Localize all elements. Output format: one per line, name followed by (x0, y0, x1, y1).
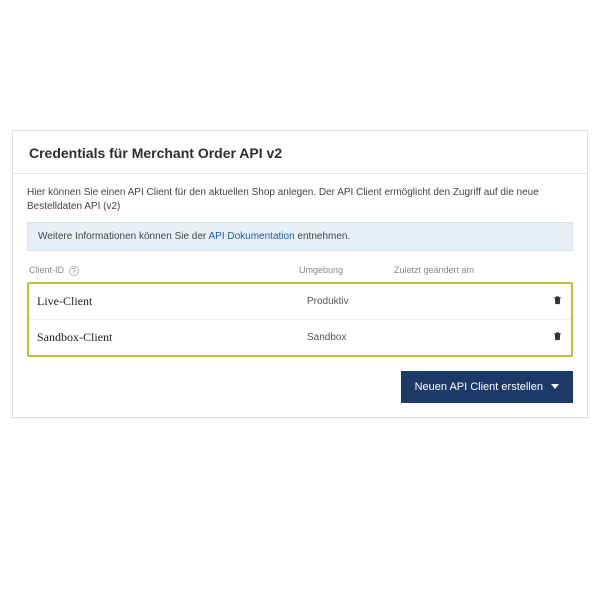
page-title: Credentials für Merchant Order API v2 (29, 145, 571, 161)
cell-client-id: Sandbox-Client (37, 330, 307, 345)
description-text: Hier können Sie einen API Client für den… (27, 186, 573, 214)
card-body: Hier können Sie einen API Client für den… (13, 174, 587, 417)
trash-icon[interactable] (552, 333, 563, 345)
cell-environment: Produktiv (307, 296, 402, 307)
col-modified: Zuletzt geändert am (394, 265, 514, 276)
col-client-id-label: Client-ID (29, 265, 64, 275)
col-actions (514, 265, 571, 276)
api-doc-link[interactable]: API Dokumentation (208, 231, 294, 242)
table-row[interactable]: Sandbox-Client Sandbox (29, 319, 571, 355)
col-environment: Umgebung (299, 265, 394, 276)
info-prefix: Weitere Informationen können Sie der (38, 231, 208, 242)
trash-icon[interactable] (552, 297, 563, 309)
info-alert: Weitere Informationen können Sie der API… (27, 222, 573, 251)
cell-environment: Sandbox (307, 332, 402, 343)
help-icon[interactable]: ? (69, 266, 79, 276)
client-rows-highlight: Live-Client Produktiv Sandbox-Client San… (27, 282, 573, 357)
table-header: Client-ID ? Umgebung Zuletzt geändert am (27, 261, 573, 282)
button-bar: Neuen API Client erstellen (27, 371, 573, 403)
col-client-id: Client-ID ? (29, 265, 299, 276)
create-client-button[interactable]: Neuen API Client erstellen (401, 371, 573, 403)
card-header: Credentials für Merchant Order API v2 (13, 131, 587, 174)
chevron-down-icon (551, 384, 559, 389)
cell-client-id: Live-Client (37, 294, 307, 309)
table-row[interactable]: Live-Client Produktiv (29, 284, 571, 319)
credentials-card: Credentials für Merchant Order API v2 Hi… (12, 130, 588, 418)
create-client-label: Neuen API Client erstellen (415, 381, 543, 393)
info-suffix: entnehmen. (295, 231, 351, 242)
